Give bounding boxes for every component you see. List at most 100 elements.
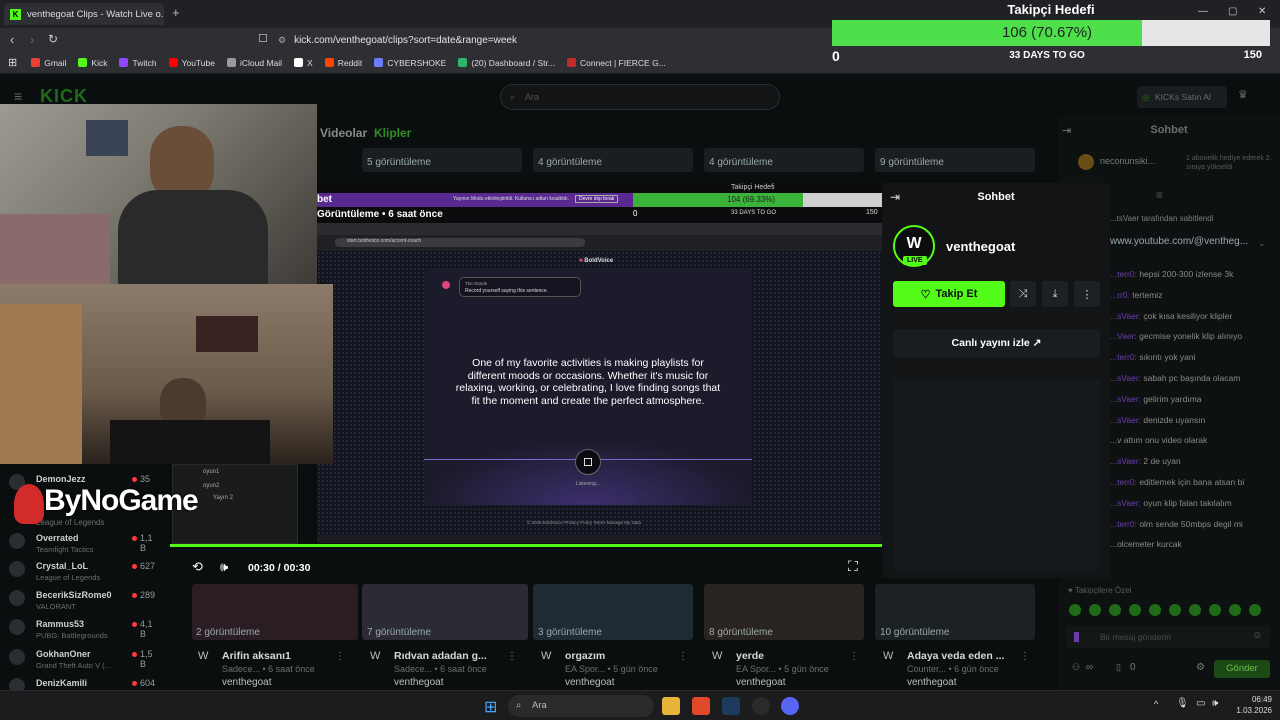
monitor-icon[interactable]: ▭ [1196, 698, 1205, 709]
back-arrow-icon[interactable]: ‹ [10, 32, 14, 47]
clip-title[interactable]: Adaya veda eden ... [907, 650, 1004, 662]
clip-channel[interactable]: venthegoat [565, 677, 615, 688]
channel-name[interactable]: venthegoat [946, 239, 1015, 254]
emote-icon[interactable] [1189, 604, 1201, 616]
clip-more-icon[interactable]: ⋮ [678, 651, 688, 662]
kicks-buy-button[interactable]: ◎ KICKs Satın Al [1137, 86, 1227, 108]
steam-icon[interactable] [722, 697, 740, 715]
browser-tab[interactable]: K venthegoat Clips - Watch Live o... ✕ [4, 3, 164, 25]
follow-button[interactable]: ♡ Takip Et [893, 281, 1005, 307]
chat-username[interactable]: ...sVaer: [1110, 373, 1141, 383]
clip-more-icon[interactable]: ⋮ [335, 651, 345, 662]
chat-username[interactable]: ...Vaer: [1110, 331, 1137, 341]
bookmark-item[interactable]: Reddit [324, 58, 362, 68]
chat-text: tertemiz [1132, 289, 1163, 300]
menu-icon[interactable]: ≡ [14, 88, 22, 104]
emote-icon[interactable] [1069, 604, 1081, 616]
clip-channel[interactable]: venthegoat [907, 677, 957, 688]
clip-title[interactable]: orgazım [565, 650, 605, 662]
speaker-icon[interactable]: 🕪 [1212, 698, 1218, 709]
channel-logo-icon[interactable]: W [370, 650, 380, 662]
watch-live-button[interactable]: Canlı yayını izle ↗ [893, 329, 1100, 357]
bookmark-icon[interactable]: ☐ [258, 32, 268, 45]
obs-icon[interactable] [752, 697, 770, 715]
chat-notice: 1 abonelik hediye ederek 2. sıraya yükse… [1186, 155, 1272, 171]
user-avatar-icon[interactable]: ♛ [1238, 88, 1248, 101]
emote-icon[interactable] [1229, 604, 1241, 616]
channel-logo-icon[interactable]: W [712, 650, 722, 662]
download-button[interactable]: ⤓ [1042, 281, 1068, 307]
reload-icon[interactable]: ↻ [48, 32, 58, 46]
clip-title[interactable]: Arifin aksanı1 [222, 650, 291, 662]
send-button[interactable]: Gönder [1214, 660, 1270, 678]
chevron-up-icon[interactable]: ^ [1154, 699, 1158, 709]
bookmark-item[interactable]: Gmail [31, 58, 66, 68]
seek-track[interactable] [170, 544, 885, 547]
chevron-down-icon[interactable]: ⌄ [1258, 238, 1266, 249]
bookmark-item[interactable]: CYBERSHOKE [374, 58, 446, 68]
windows-start-icon[interactable]: ⊞ [484, 697, 497, 717]
bookmark-item[interactable]: Connect | FIERCE G... [566, 58, 666, 68]
bookmark-item[interactable]: YouTube [168, 58, 215, 68]
taskbar-search[interactable]: ⌕ Ara [508, 695, 654, 717]
tab-clips[interactable]: Klipler [374, 126, 411, 140]
bookmark-item[interactable]: (20) Dashboard / Str... [458, 58, 555, 68]
site-info-icon[interactable]: ⚙ [278, 35, 286, 46]
clip-more-icon[interactable]: ⋮ [1020, 651, 1030, 662]
chat-username[interactable]: ...terr0: [1110, 352, 1137, 362]
taskbar-clock[interactable]: 06:49 1.03.2026 [1232, 694, 1272, 716]
clip-more-icon[interactable]: ⋮ [507, 651, 517, 662]
people-icon[interactable]: ⚇ [1072, 662, 1080, 673]
chat-username[interactable]: ...terr0: [1110, 269, 1137, 279]
gift-icon[interactable]: ▯ [1116, 662, 1121, 673]
emote-icon[interactable] [1149, 604, 1161, 616]
chat-username[interactable]: ...terr0: [1110, 519, 1137, 529]
channel-logo-icon[interactable]: W [541, 650, 551, 662]
share-button[interactable]: ⤨ [1010, 281, 1036, 307]
clip-channel[interactable]: venthegoat [222, 677, 272, 688]
emote-icon[interactable] [1249, 604, 1261, 616]
clip-title[interactable]: yerde [736, 650, 764, 662]
emote-icon[interactable] [1129, 604, 1141, 616]
clip-video-player[interactable]: bet Yayının Modu etkinleştirildi. Kullan… [317, 183, 885, 548]
chat-username[interactable]: ...terr0: [1110, 477, 1137, 487]
chat-username[interactable]: ...sVaer: [1110, 498, 1141, 508]
bookmark-item[interactable]: Twitch [119, 58, 157, 68]
emoji-icon[interactable]: ☺ [1252, 630, 1262, 641]
clip-title[interactable]: Rıdvan adadan g... [394, 650, 487, 662]
bookmark-item[interactable]: Kick [78, 58, 107, 68]
chat-username[interactable]: ...sVaer: [1110, 394, 1141, 404]
brave-browser-icon[interactable] [692, 697, 710, 715]
clip-channel[interactable]: venthegoat [736, 677, 786, 688]
volume-icon[interactable]: 🕪 [220, 559, 228, 575]
discord-icon[interactable] [781, 697, 799, 715]
new-tab-button[interactable]: + [172, 5, 180, 20]
more-button[interactable]: ⋮ [1074, 281, 1100, 307]
microphone-icon[interactable]: 🎙 [1176, 698, 1189, 709]
clip-more-icon[interactable]: ⋮ [849, 651, 859, 662]
tab-videos[interactable]: Videolar [320, 126, 367, 140]
chat-username[interactable]: ...sVaer: [1110, 311, 1141, 321]
replay-icon[interactable]: ⟲ [192, 559, 203, 575]
clip-channel[interactable]: venthegoat [394, 677, 444, 688]
bookmark-item[interactable]: iCloud Mail [226, 58, 282, 68]
file-explorer-icon[interactable] [662, 697, 680, 715]
search-input[interactable]: ⌕ Ara [500, 84, 780, 110]
bookmark-item[interactable]: X [294, 58, 313, 68]
emote-icon[interactable] [1109, 604, 1121, 616]
pinned-link[interactable]: www.youtube.com/@ventheg... [1110, 236, 1248, 247]
fullscreen-icon[interactable]: ⛶ [848, 558, 858, 575]
chat-username[interactable]: ...sVaer: [1110, 456, 1141, 466]
emote-icon[interactable] [1169, 604, 1181, 616]
chat-username[interactable]: ...rr0: [1110, 290, 1130, 300]
gear-icon[interactable]: ⚙ [1196, 662, 1205, 673]
apps-grid-icon[interactable]: ⊞ [8, 56, 17, 69]
url-field[interactable]: ⚙ kick.com/venthegoat/clips?sort=date&ra… [278, 32, 818, 48]
emote-icon[interactable] [1089, 604, 1101, 616]
channel-logo-icon[interactable]: W [883, 650, 893, 662]
chat-username[interactable]: ...sVaer: [1110, 415, 1141, 425]
emote-icon[interactable] [1209, 604, 1221, 616]
channel-logo-icon[interactable]: W [198, 650, 208, 662]
forward-arrow-icon[interactable]: › [30, 32, 34, 47]
chat-input[interactable]: Bir mesaj gönderin ☺ [1066, 626, 1270, 648]
